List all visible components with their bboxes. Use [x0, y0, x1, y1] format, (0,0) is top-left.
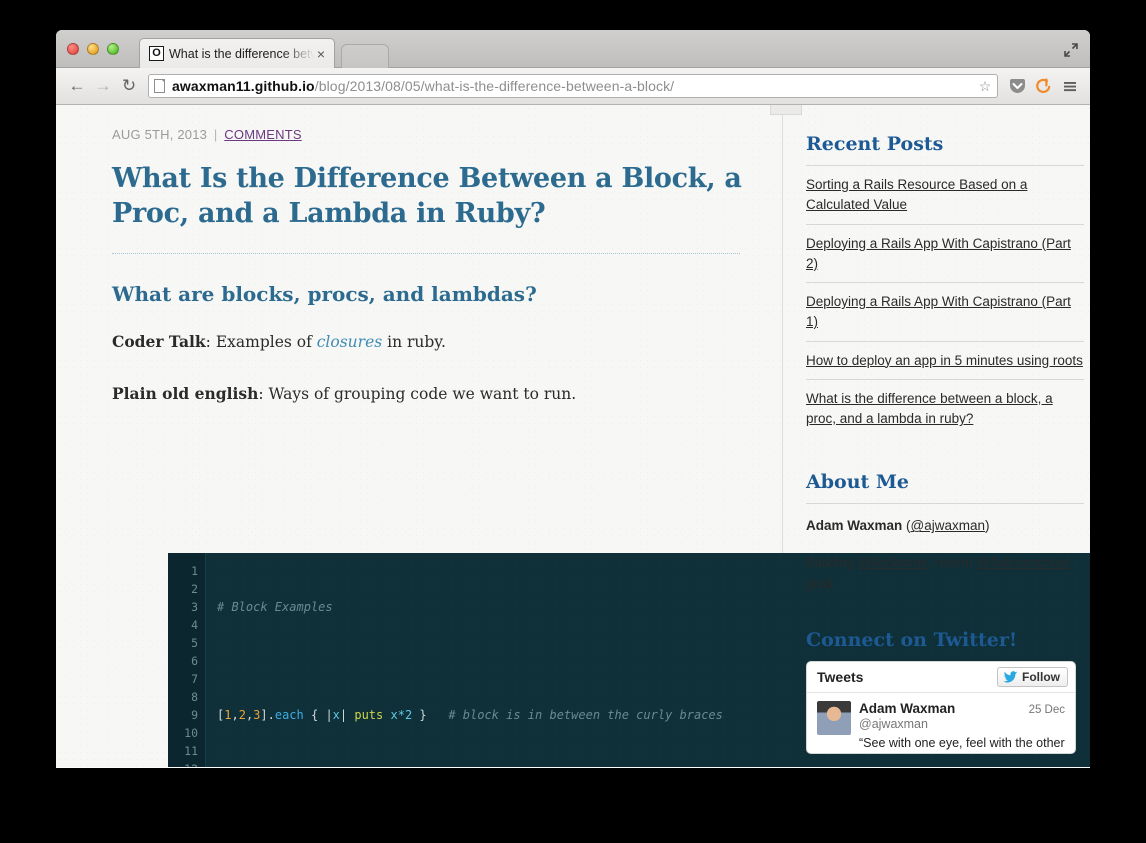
url-text: awaxman11.github.io/blog/2013/08/05/what… [172, 78, 977, 94]
code-line-number: 1 [191, 564, 198, 578]
comments-link[interactable]: COMMENTS [224, 127, 301, 142]
octopress-o-icon: O [149, 46, 164, 61]
list-item: Sorting a Rails Resource Based on a Calc… [806, 165, 1084, 224]
browser-tab[interactable]: O What is the difference betw × [139, 38, 335, 68]
connect-twitter-heading: Connect on Twitter! [806, 629, 1018, 652]
paragraph-lead-bold: Plain old english [112, 384, 259, 404]
list-item: Deploying a Rails App With Capistrano (P… [806, 282, 1084, 341]
tweet-text: “See with one eye, feel with the other.”… [859, 736, 1065, 751]
code-line-number: 8 [191, 690, 198, 704]
about-bio-line: Building @flockwme, recent @flatironscho… [806, 553, 1084, 595]
post-meta: AUG 5TH, 2013 | COMMENTS [112, 127, 752, 142]
tweet-body: Adam Waxman 25 Dec @ajwaxman “See with o… [859, 701, 1065, 753]
tweet-item[interactable]: Adam Waxman 25 Dec @ajwaxman “See with o… [807, 693, 1075, 753]
browser-window: O What is the difference betw × ← → ↻ aw… [56, 30, 1090, 768]
list-item: How to deploy an app in 5 minutes using … [806, 340, 1084, 379]
recent-posts-list: Sorting a Rails Resource Based on a Calc… [806, 165, 1084, 437]
forward-icon[interactable]: → [90, 73, 116, 99]
about-name: Adam Waxman [806, 518, 903, 534]
paragraph-text: : Examples of [205, 333, 317, 352]
tab-strip: O What is the difference betw × [56, 30, 1090, 68]
recent-post-link[interactable]: Deploying a Rails App With Capistrano (P… [806, 292, 1084, 333]
browser-toolbar: ← → ↻ awaxman11.github.io/blog/2013/08/0… [56, 68, 1090, 105]
code-line-number: 4 [191, 618, 198, 632]
title-divider [112, 253, 740, 255]
twitter-bird-icon [1003, 671, 1018, 683]
page-document-icon [154, 79, 165, 93]
fullscreen-icon[interactable] [1062, 41, 1080, 59]
bookmark-star-icon[interactable]: ☆ [977, 78, 993, 95]
follow-label: Follow [1022, 670, 1060, 685]
about-bio-mid: , recent [927, 555, 977, 571]
flatironschool-link[interactable]: @flatironschool [977, 555, 1070, 570]
zoom-window-button[interactable] [107, 43, 119, 55]
new-tab-button[interactable] [341, 44, 389, 68]
tweet-author-name: Adam Waxman [859, 701, 956, 717]
list-item: Deploying a Rails App With Capistrano (P… [806, 223, 1084, 283]
back-icon[interactable]: ← [64, 73, 90, 99]
paragraph-coder-talk: Coder Talk: Examples of closures in ruby… [112, 330, 752, 354]
page-viewport: AUG 5TH, 2013 | COMMENTS What Is the Dif… [56, 105, 1090, 767]
about-paren-open: ( [902, 518, 911, 534]
about-bio-post: grad. [806, 576, 837, 592]
paragraph-lead-bold: Coder Talk [112, 332, 206, 352]
about-handle-link[interactable]: @ajwaxman [911, 518, 985, 533]
recent-post-link[interactable]: What is the difference between a block, … [806, 389, 1084, 430]
close-icon[interactable]: × [314, 47, 328, 61]
recent-post-link[interactable]: Sorting a Rails Resource Based on a Calc… [806, 175, 1084, 216]
pocket-icon[interactable] [1004, 74, 1030, 98]
about-me-body: Adam Waxman (@ajwaxman) Building @flockw… [806, 503, 1084, 595]
tweet-author-handle: @ajwaxman [859, 717, 928, 732]
code-line-numbers: 1234567891011121314151617 [168, 553, 206, 767]
code-line-number: 6 [191, 654, 198, 668]
page-top-nub [770, 105, 802, 115]
code-line-number: 12 [168, 760, 205, 767]
tweet-header-row: Adam Waxman 25 Dec [859, 701, 1065, 716]
list-item: What is the difference between a block, … [806, 378, 1084, 438]
post-date: AUG 5TH, 2013 [112, 127, 208, 142]
tab-title: What is the difference betw [169, 46, 314, 61]
window-controls [67, 43, 119, 55]
url-path: /blog/2013/08/05/what-is-the-difference-… [314, 78, 675, 94]
code-line-number: 9 [191, 708, 198, 722]
minimize-window-button[interactable] [87, 43, 99, 55]
code-line-number: 3 [191, 600, 198, 614]
recent-post-link[interactable]: Deploying a Rails App With Capistrano (P… [806, 234, 1084, 275]
close-window-button[interactable] [67, 43, 79, 55]
meta-separator: | [213, 127, 218, 142]
twitter-widget-header: Tweets Follow [807, 662, 1075, 694]
code-line-number: 7 [191, 672, 198, 686]
code-line-number: 2 [191, 582, 198, 596]
avatar [817, 701, 851, 736]
recent-post-link[interactable]: How to deploy an app in 5 minutes using … [806, 351, 1084, 371]
address-bar[interactable]: awaxman11.github.io/blog/2013/08/05/what… [148, 74, 998, 98]
page-title: What Is the Difference Between a Block, … [112, 163, 742, 229]
reload-icon[interactable]: ↻ [116, 73, 142, 99]
about-name-line: Adam Waxman (@ajwaxman) [806, 516, 1084, 537]
flockwme-link[interactable]: @flockwme [858, 555, 928, 570]
paragraph-text: : Ways of grouping code we want to run. [258, 385, 577, 404]
sidebar: Recent Posts Sorting a Rails Resource Ba… [806, 105, 1084, 754]
article: AUG 5TH, 2013 | COMMENTS What Is the Dif… [112, 105, 752, 434]
code-line-number: 10 [184, 726, 198, 740]
paragraph-plain-english: Plain old english: Ways of grouping code… [112, 382, 752, 406]
closures-link[interactable]: closures [317, 333, 382, 351]
lastpass-icon[interactable] [1030, 74, 1056, 98]
section-heading: What are blocks, procs, and lambdas? [112, 282, 537, 307]
code-line-number: 5 [191, 636, 198, 650]
menu-icon[interactable] [1056, 74, 1082, 98]
follow-button[interactable]: Follow [997, 667, 1068, 688]
about-paren-close: ) [985, 518, 990, 534]
recent-posts-heading: Recent Posts [806, 133, 944, 155]
code-line-number: 11 [184, 744, 198, 758]
about-bio-pre: Building [806, 555, 858, 571]
paragraph-text-tail: in ruby. [382, 333, 446, 352]
url-host: awaxman11.github.io [172, 78, 315, 94]
tweet-date: 25 Dec [1028, 704, 1065, 717]
twitter-widget: Tweets Follow Adam Waxman 25 Dec @ajwaxm… [806, 661, 1076, 754]
about-me-heading: About Me [806, 471, 910, 494]
tweets-label: Tweets [817, 669, 864, 686]
